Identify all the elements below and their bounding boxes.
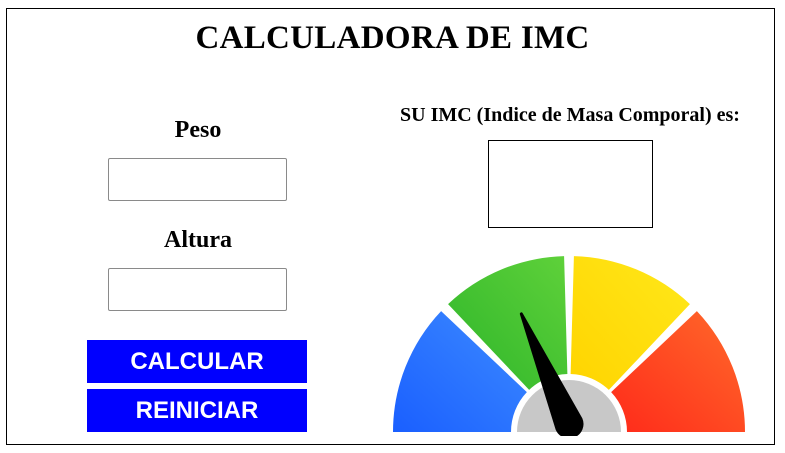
calcular-button[interactable]: CALCULAR: [87, 340, 307, 383]
altura-input[interactable]: [108, 268, 287, 311]
peso-input[interactable]: [108, 158, 287, 201]
imc-gauge: [393, 256, 745, 436]
peso-label: Peso: [174, 117, 222, 143]
result-box: [488, 140, 653, 228]
altura-label: Altura: [164, 227, 232, 253]
result-label: SU IMC (Indice de Masa Comporal) es:: [400, 104, 740, 126]
reiniciar-button[interactable]: REINICIAR: [87, 389, 307, 432]
page-title: CALCULADORA DE IMC: [195, 20, 590, 56]
